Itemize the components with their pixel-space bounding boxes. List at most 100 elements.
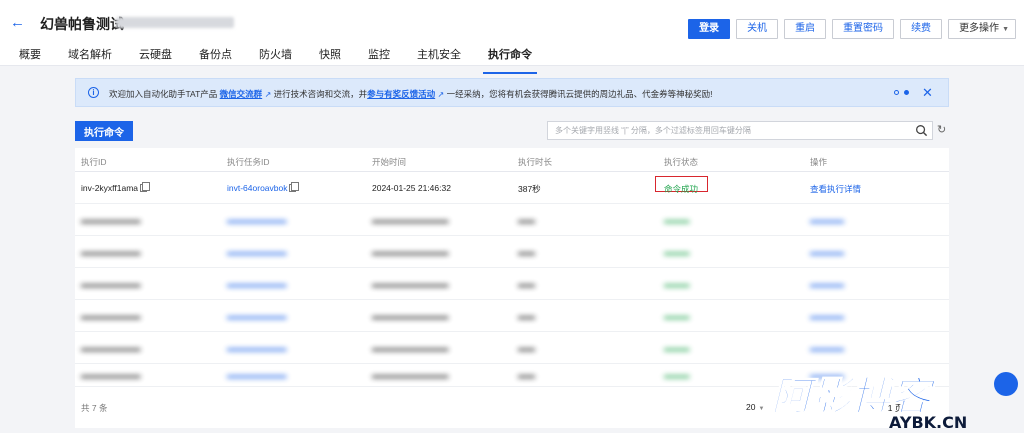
- run-command-button[interactable]: 执行命令: [75, 121, 133, 141]
- redacted-cell: ▬▬▬▬: [810, 247, 844, 257]
- wechat-group-link[interactable]: 微信交流群: [220, 89, 263, 99]
- tab-run-command[interactable]: 执行命令: [483, 46, 537, 74]
- tab-bar: 概要 域名解析 云硬盘 备份点 防火墙 快照 监控 主机安全 执行命令: [19, 46, 559, 74]
- search-box: [547, 121, 933, 140]
- table-row-redacted: ▬▬▬▬▬▬▬ ▬▬▬▬▬▬▬ ▬▬▬▬▬▬▬▬▬ ▬▬ ▬▬▬ ▬▬▬▬: [75, 268, 949, 300]
- redacted-cell: ▬▬▬: [664, 343, 690, 353]
- redacted-cell: ▬▬▬▬▬▬▬: [81, 343, 141, 353]
- exec-id-cell: inv-2kyxff1ama: [81, 182, 151, 193]
- col-duration: 执行时长: [518, 157, 553, 167]
- redacted-cell: ▬▬: [518, 279, 535, 289]
- banner-text-3: 一经采纳，您将有机会获得腾讯云提供的周边礼品、代金券等神秘奖励!: [446, 89, 713, 99]
- redacted-cell: ▬▬▬▬▬▬▬▬▬: [372, 343, 449, 353]
- exec-id: inv-2kyxff1ama: [81, 183, 139, 193]
- page-title: 幻兽帕鲁测试: [40, 16, 124, 32]
- search-icon[interactable]: [915, 124, 928, 137]
- watermark-logo: 阿影博客 AYBK.CN: [770, 373, 967, 430]
- instance-id-redacted: [116, 17, 234, 28]
- redacted-cell: ▬▬▬▬: [810, 279, 844, 289]
- more-actions-button[interactable]: 更多操作 ▼: [948, 19, 1016, 39]
- carousel-dot[interactable]: [894, 90, 899, 95]
- redacted-cell: ▬▬▬▬▬▬▬▬▬: [372, 247, 449, 257]
- view-details-link[interactable]: 查看执行详情: [810, 183, 861, 195]
- redacted-cell: ▬▬: [518, 343, 535, 353]
- login-button[interactable]: 登录: [688, 19, 731, 39]
- col-start-time: 开始时间: [372, 157, 407, 167]
- page-size-select[interactable]: 20 ▼: [746, 402, 764, 412]
- tab-monitor[interactable]: 监控: [368, 46, 390, 70]
- carousel-dots: [894, 90, 909, 95]
- tab-firewall[interactable]: 防火墙: [259, 46, 292, 70]
- tab-cloud-disk[interactable]: 云硬盘: [139, 46, 172, 70]
- more-actions-label: 更多操作: [959, 23, 1000, 34]
- redacted-cell: ▬▬▬: [664, 215, 690, 225]
- redacted-cell: ▬▬▬▬: [810, 311, 844, 321]
- shutdown-button[interactable]: 关机: [736, 19, 779, 39]
- tab-snapshot[interactable]: 快照: [319, 46, 341, 70]
- redacted-cell: ▬▬▬: [664, 247, 690, 257]
- search-input[interactable]: [548, 122, 908, 139]
- tab-backup[interactable]: 备份点: [199, 46, 232, 70]
- duration: 387秒: [518, 184, 541, 194]
- restart-button[interactable]: 重启: [784, 19, 827, 39]
- watermark-sub: AYBK.CN: [889, 413, 967, 430]
- close-icon[interactable]: ✕: [922, 85, 933, 101]
- redacted-cell: ▬▬▬: [664, 279, 690, 289]
- copy-icon[interactable]: [140, 182, 151, 192]
- chevron-down-icon: ▼: [1002, 26, 1009, 33]
- table-row-redacted: ▬▬▬▬▬▬▬ ▬▬▬▬▬▬▬ ▬▬▬▬▬▬▬▬▬ ▬▬ ▬▬▬ ▬▬▬▬: [75, 332, 949, 364]
- task-id-cell: invt-64oroavbok: [227, 182, 300, 193]
- status-badge: 命令成功: [664, 184, 699, 194]
- action-toolbar: 登录 关机 重启 重置密码 续费 更多操作 ▼: [688, 19, 1016, 39]
- feedback-activity-link[interactable]: 参与有奖反馈活动: [367, 89, 435, 99]
- redacted-cell: ▬▬▬▬▬▬▬: [81, 215, 141, 225]
- redacted-cell: ▬▬▬: [664, 311, 690, 321]
- tab-dns[interactable]: 域名解析: [68, 46, 112, 70]
- banner-text-1: 欢迎加入自动化助手TAT产品: [109, 89, 218, 99]
- renew-button[interactable]: 续费: [900, 19, 943, 39]
- col-exec-id: 执行ID: [81, 157, 107, 167]
- info-icon: i: [88, 87, 99, 98]
- redacted-cell: ▬▬: [518, 247, 535, 257]
- redacted-cell: ▬▬▬▬▬▬▬: [227, 215, 287, 225]
- redacted-cell: ▬▬▬▬▬▬▬: [81, 370, 141, 380]
- banner-text-2: 进行技术咨询和交流，并: [273, 89, 368, 99]
- carousel-dot-active[interactable]: [904, 90, 909, 95]
- redacted-cell: ▬▬▬▬▬▬▬: [227, 279, 287, 289]
- external-link-icon: ↗: [437, 90, 445, 99]
- col-task-id: 执行任务ID: [227, 157, 270, 167]
- banner-text: 欢迎加入自动化助手TAT产品 微信交流群 ↗ 进行技术咨询和交流，并参与有奖反馈…: [109, 88, 713, 100]
- redacted-cell: ▬▬▬▬: [810, 215, 844, 225]
- redacted-cell: ▬▬: [518, 370, 535, 380]
- task-id-link[interactable]: invt-64oroavbok: [227, 183, 287, 193]
- redacted-cell: ▬▬▬▬▬▬▬: [81, 311, 141, 321]
- arrow-left-icon[interactable]: ←: [10, 15, 26, 30]
- redacted-cell: ▬▬: [518, 311, 535, 321]
- page-size-value: 20: [746, 402, 756, 412]
- redacted-cell: ▬▬▬▬▬▬▬: [81, 247, 141, 257]
- tab-overview[interactable]: 概要: [19, 46, 41, 70]
- redacted-cell: ▬▬▬▬▬▬▬▬▬: [372, 311, 449, 321]
- refresh-icon[interactable]: ↻: [937, 124, 949, 136]
- col-status: 执行状态: [664, 157, 699, 167]
- redacted-cell: ▬▬▬▬▬▬▬▬▬: [372, 215, 449, 225]
- external-link-icon: ↗: [264, 90, 272, 99]
- redacted-cell: ▬▬▬▬: [810, 343, 844, 353]
- table-row: inv-2kyxff1ama invt-64oroavbok 2024-01-2…: [75, 172, 949, 204]
- redacted-cell: ▬▬: [518, 215, 535, 225]
- table-row-redacted: ▬▬▬▬▬▬▬ ▬▬▬▬▬▬▬ ▬▬▬▬▬▬▬▬▬ ▬▬ ▬▬▬ ▬▬▬▬: [75, 204, 949, 236]
- total-count: 共 7 条: [81, 403, 108, 413]
- redacted-cell: ▬▬▬▬▬▬▬: [227, 311, 287, 321]
- table-header: 执行ID 执行任务ID 开始时间 执行时长 执行状态 操作: [75, 148, 949, 172]
- start-time: 2024-01-25 21:46:32: [372, 183, 451, 193]
- table-row-redacted: ▬▬▬▬▬▬▬ ▬▬▬▬▬▬▬ ▬▬▬▬▬▬▬▬▬ ▬▬ ▬▬▬ ▬▬▬▬: [75, 300, 949, 332]
- copy-icon[interactable]: [289, 182, 300, 192]
- help-float-button[interactable]: [994, 372, 1018, 396]
- redacted-cell: ▬▬▬: [664, 370, 690, 380]
- top-bar: ← 幻兽帕鲁测试 登录 关机 重启 重置密码 续费 更多操作 ▼ 概要 域名解析 …: [0, 0, 1024, 74]
- redacted-cell: ▬▬▬▬▬▬▬▬▬: [372, 279, 449, 289]
- chevron-down-icon: ▼: [758, 406, 765, 412]
- reset-password-button[interactable]: 重置密码: [832, 19, 895, 39]
- tab-host-security[interactable]: 主机安全: [417, 46, 461, 70]
- redacted-cell: ▬▬▬▬▬▬▬▬▬: [372, 370, 449, 380]
